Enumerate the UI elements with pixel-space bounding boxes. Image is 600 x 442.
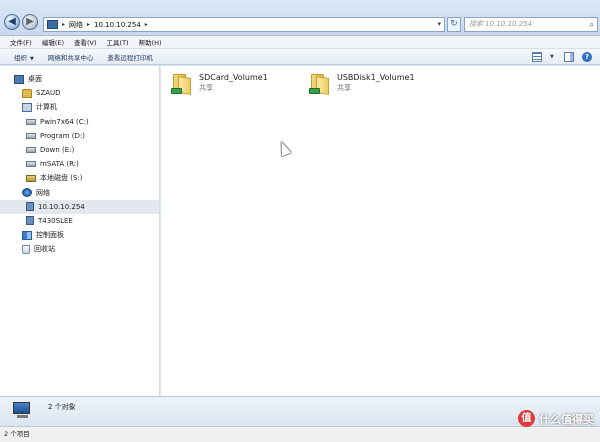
sidebar-item-label: 10.10.10.254 <box>38 202 85 211</box>
sidebar-item-label: 桌面 <box>28 75 42 84</box>
menu-edit[interactable]: 编辑(E) <box>42 37 64 47</box>
sidebar-item-label: Pwin7x64 (C:) <box>40 117 89 126</box>
sidebar-item-control-panel[interactable]: 控制面板 <box>0 228 159 242</box>
organize-label: 组织 <box>14 53 27 62</box>
sidebar-item-network[interactable]: 网络 <box>0 186 159 200</box>
back-button[interactable]: ◀ <box>4 14 20 30</box>
help-icon[interactable]: ? <box>582 52 592 62</box>
status-bar: 2 个项目 <box>0 426 600 442</box>
sidebar-item-label: Program (D:) <box>40 131 85 140</box>
sidebar-item-drive-c[interactable]: Pwin7x64 (C:) <box>0 115 159 129</box>
computer-icon <box>22 102 32 112</box>
menu-view[interactable]: 查看(V) <box>74 37 97 47</box>
mouse-cursor-icon <box>276 139 292 157</box>
sidebar-item-label: Down (E:) <box>40 146 75 155</box>
chevron-down-icon[interactable]: ▾ <box>437 20 441 28</box>
view-controls: ▼ ? <box>524 52 592 62</box>
network-icon <box>22 188 32 198</box>
chevron-right-icon[interactable]: ▸ <box>62 21 65 28</box>
sidebar-item-desktop[interactable]: 桌面 <box>0 72 159 86</box>
organize-button[interactable]: 组织 ▼ <box>14 52 34 62</box>
search-input[interactable]: 搜索 10.10.10.254 ⌕ <box>464 17 598 32</box>
sidebar-item-computer[interactable]: 计算机 <box>0 100 159 114</box>
sidebar-item-szaud[interactable]: SZAUD <box>0 86 159 100</box>
drive-icon <box>26 118 36 125</box>
watermark-text: 什么值得买 <box>539 412 594 426</box>
chevron-right-icon[interactable]: ▸ <box>145 21 148 28</box>
navigation-pane: 桌面 SZAUD 计算机 Pwin7x64 (C:) Program (D:) … <box>0 66 160 396</box>
chevron-down-icon[interactable]: ▼ <box>550 52 556 62</box>
refresh-button[interactable]: ↻ <box>447 17 461 32</box>
preview-pane-icon[interactable] <box>564 52 574 62</box>
network-location-icon <box>47 20 58 29</box>
watermark-badge: 值 <box>518 410 535 427</box>
menu-bar: 文件(F) 编辑(E) 查看(V) 工具(T) 帮助(H) <box>0 36 600 49</box>
drive-icon <box>26 132 36 139</box>
menu-help[interactable]: 帮助(H) <box>139 37 162 47</box>
share-type: 共享 <box>337 84 351 92</box>
menu-file[interactable]: 文件(F) <box>10 37 32 47</box>
object-count: 2 个对象 <box>48 403 76 411</box>
sidebar-item-drive-e[interactable]: Down (E:) <box>0 143 159 157</box>
breadcrumb-network[interactable]: 网络 <box>69 20 83 30</box>
drive-icon <box>26 147 36 154</box>
sidebar-item-drive-r[interactable]: mSATA (R:) <box>0 157 159 171</box>
sidebar-item-label: 网络 <box>36 188 50 197</box>
chevron-down-icon: ▼ <box>30 55 34 62</box>
sidebar-item-label: 控制面板 <box>36 231 64 240</box>
drive-icon <box>26 161 36 168</box>
address-input[interactable]: ▸ 网络 ▸ 10.10.10.254 ▸ ▾ <box>43 17 445 32</box>
sidebar-item-label: 计算机 <box>36 103 57 112</box>
sidebar-item-label: 本地磁盘 (S:) <box>40 174 83 183</box>
menu-tools[interactable]: 工具(T) <box>107 37 129 47</box>
share-name: SDCard_Volume1 <box>199 73 268 82</box>
address-bar-area: ◀ ▶ ▸ 网络 ▸ 10.10.10.254 ▸ ▾ ↻ 搜索 10.10.1… <box>0 0 600 36</box>
shared-folder-icon <box>309 74 331 96</box>
user-folder-icon <box>22 88 32 98</box>
sidebar-item-label: SZAUD <box>36 89 61 98</box>
command-bar: 组织 ▼ 网络和共享中心 查看远程打印机 ▼ ? <box>0 49 600 65</box>
sidebar-item-label: 回收站 <box>34 245 55 254</box>
search-icon[interactable]: ⌕ <box>590 18 594 31</box>
computer-icon <box>13 402 33 418</box>
breadcrumb-host[interactable]: 10.10.10.254 <box>94 21 141 29</box>
share-item-usbdisk[interactable]: USBDisk1_Volume1 共享 <box>309 72 415 102</box>
change-view-icon[interactable] <box>532 52 542 62</box>
sidebar-item-recycle-bin[interactable]: 回收站 <box>0 242 159 256</box>
sidebar-item-host-254[interactable]: 10.10.10.254 <box>0 199 159 214</box>
status-text: 2 个项目 <box>4 430 30 438</box>
control-panel-icon <box>22 230 32 240</box>
network-drive-icon <box>26 174 36 182</box>
chevron-right-icon[interactable]: ▸ <box>87 21 90 28</box>
server-icon <box>26 216 34 226</box>
network-sharing-center-button[interactable]: 网络和共享中心 <box>48 52 94 62</box>
watermark: 值 什么值得买 <box>518 410 594 427</box>
share-type: 共享 <box>199 84 213 92</box>
recycle-bin-icon <box>22 244 30 254</box>
sidebar-item-t430slee[interactable]: T430SLEE <box>0 214 159 228</box>
forward-button[interactable]: ▶ <box>22 14 38 30</box>
share-item-sdcard[interactable]: SDCard_Volume1 共享 <box>171 72 268 102</box>
server-icon <box>26 202 34 212</box>
desktop-icon <box>14 74 24 84</box>
search-placeholder: 搜索 10.10.10.254 <box>469 20 532 28</box>
sidebar-item-label: mSATA (R:) <box>40 160 79 169</box>
sidebar-item-label: T430SLEE <box>38 216 73 225</box>
file-list[interactable]: SDCard_Volume1 共享 USBDisk1_Volume1 共享 <box>161 66 600 396</box>
sidebar-item-drive-s[interactable]: 本地磁盘 (S:) <box>0 171 159 185</box>
view-remote-printers-button[interactable]: 查看远程打印机 <box>107 52 153 62</box>
shared-folder-icon <box>171 74 193 96</box>
share-name: USBDisk1_Volume1 <box>337 73 415 82</box>
details-pane: 2 个对象 <box>0 396 600 426</box>
sidebar-item-drive-d[interactable]: Program (D:) <box>0 129 159 143</box>
